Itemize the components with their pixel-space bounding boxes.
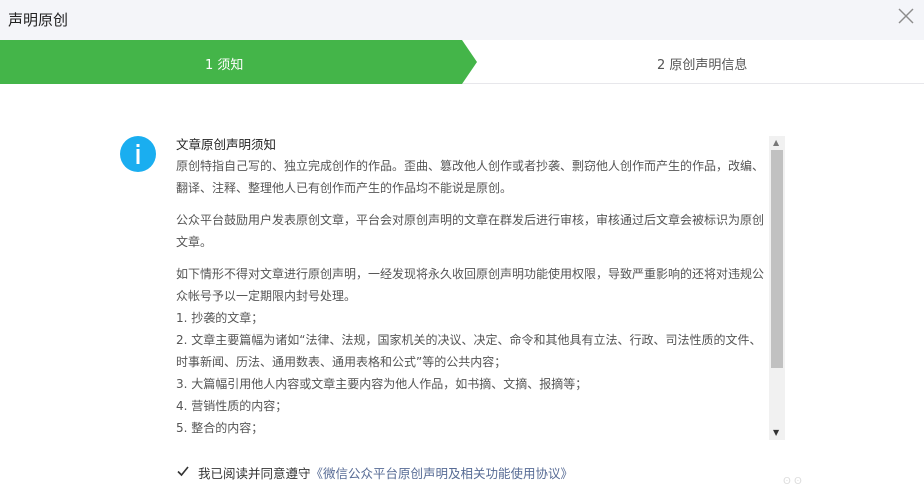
list-item: 2. 文章主要篇幅为诸如“法律、法规，国家机关的决议、决定、命令和其他具有立法、…: [176, 333, 762, 369]
scroll-up-arrow-icon[interactable]: ▲: [773, 138, 779, 147]
step-1-label: 1 须知: [205, 58, 244, 73]
notice-paragraph: 公众平台鼓励用户发表原创文章，平台会对原创声明的文章在群发后进行审核，审核通过后…: [176, 213, 765, 249]
scroll-thumb[interactable]: [771, 150, 783, 368]
step-2-label: 2 原创声明信息: [657, 58, 748, 73]
info-icon: [120, 136, 156, 172]
scrollbar[interactable]: ▲ ▼: [769, 136, 785, 440]
faint-mark: ʘ ʘ: [783, 476, 802, 485]
agreement-label: 我已阅读并同意遵守: [198, 466, 311, 481]
list-item: 3. 大篇幅引用他人内容或文章主要内容为他人作品，如书摘、文摘、报摘等；: [176, 377, 588, 391]
notice-heading: 文章原创声明须知: [176, 137, 277, 152]
step-indicator: 1 须知 2 原创声明信息: [0, 40, 924, 84]
list-item: 4. 营销性质的内容；: [176, 399, 288, 413]
prohibited-list: 1. 抄袭的文章； 2. 文章主要篇幅为诸如“法律、法规，国家机关的决议、决定、…: [176, 307, 766, 439]
list-item: 1. 抄袭的文章；: [176, 311, 264, 325]
agreement-link[interactable]: 《微信公众平台原创声明及相关功能使用协议》: [311, 466, 574, 481]
step-1: 1 须知: [0, 40, 478, 84]
notice-content: 文章原创声明须知 原创特指自己写的、独立完成创作的作品。歪曲、篡改他人创作或者抄…: [176, 136, 766, 442]
dialog-title: 声明原创: [8, 11, 69, 29]
agree-checkbox[interactable]: [176, 464, 190, 478]
agreement-text: 我已阅读并同意遵守《微信公众平台原创声明及相关功能使用协议》: [198, 463, 573, 482]
notice-paragraph: 如下情形不得对文章进行原创声明，一经发现将永久收回原创声明功能使用权限，导致严重…: [176, 267, 765, 303]
scroll-down-arrow-icon[interactable]: ▼: [773, 428, 779, 437]
dialog-header: 声明原创: [0, 0, 924, 40]
close-icon[interactable]: [894, 4, 918, 28]
notice-paragraph: 原创特指自己写的、独立完成创作的作品。歪曲、篡改他人创作或者抄袭、剽窃他人创作而…: [176, 159, 765, 195]
list-item: 5. 整合的内容；: [176, 421, 264, 435]
